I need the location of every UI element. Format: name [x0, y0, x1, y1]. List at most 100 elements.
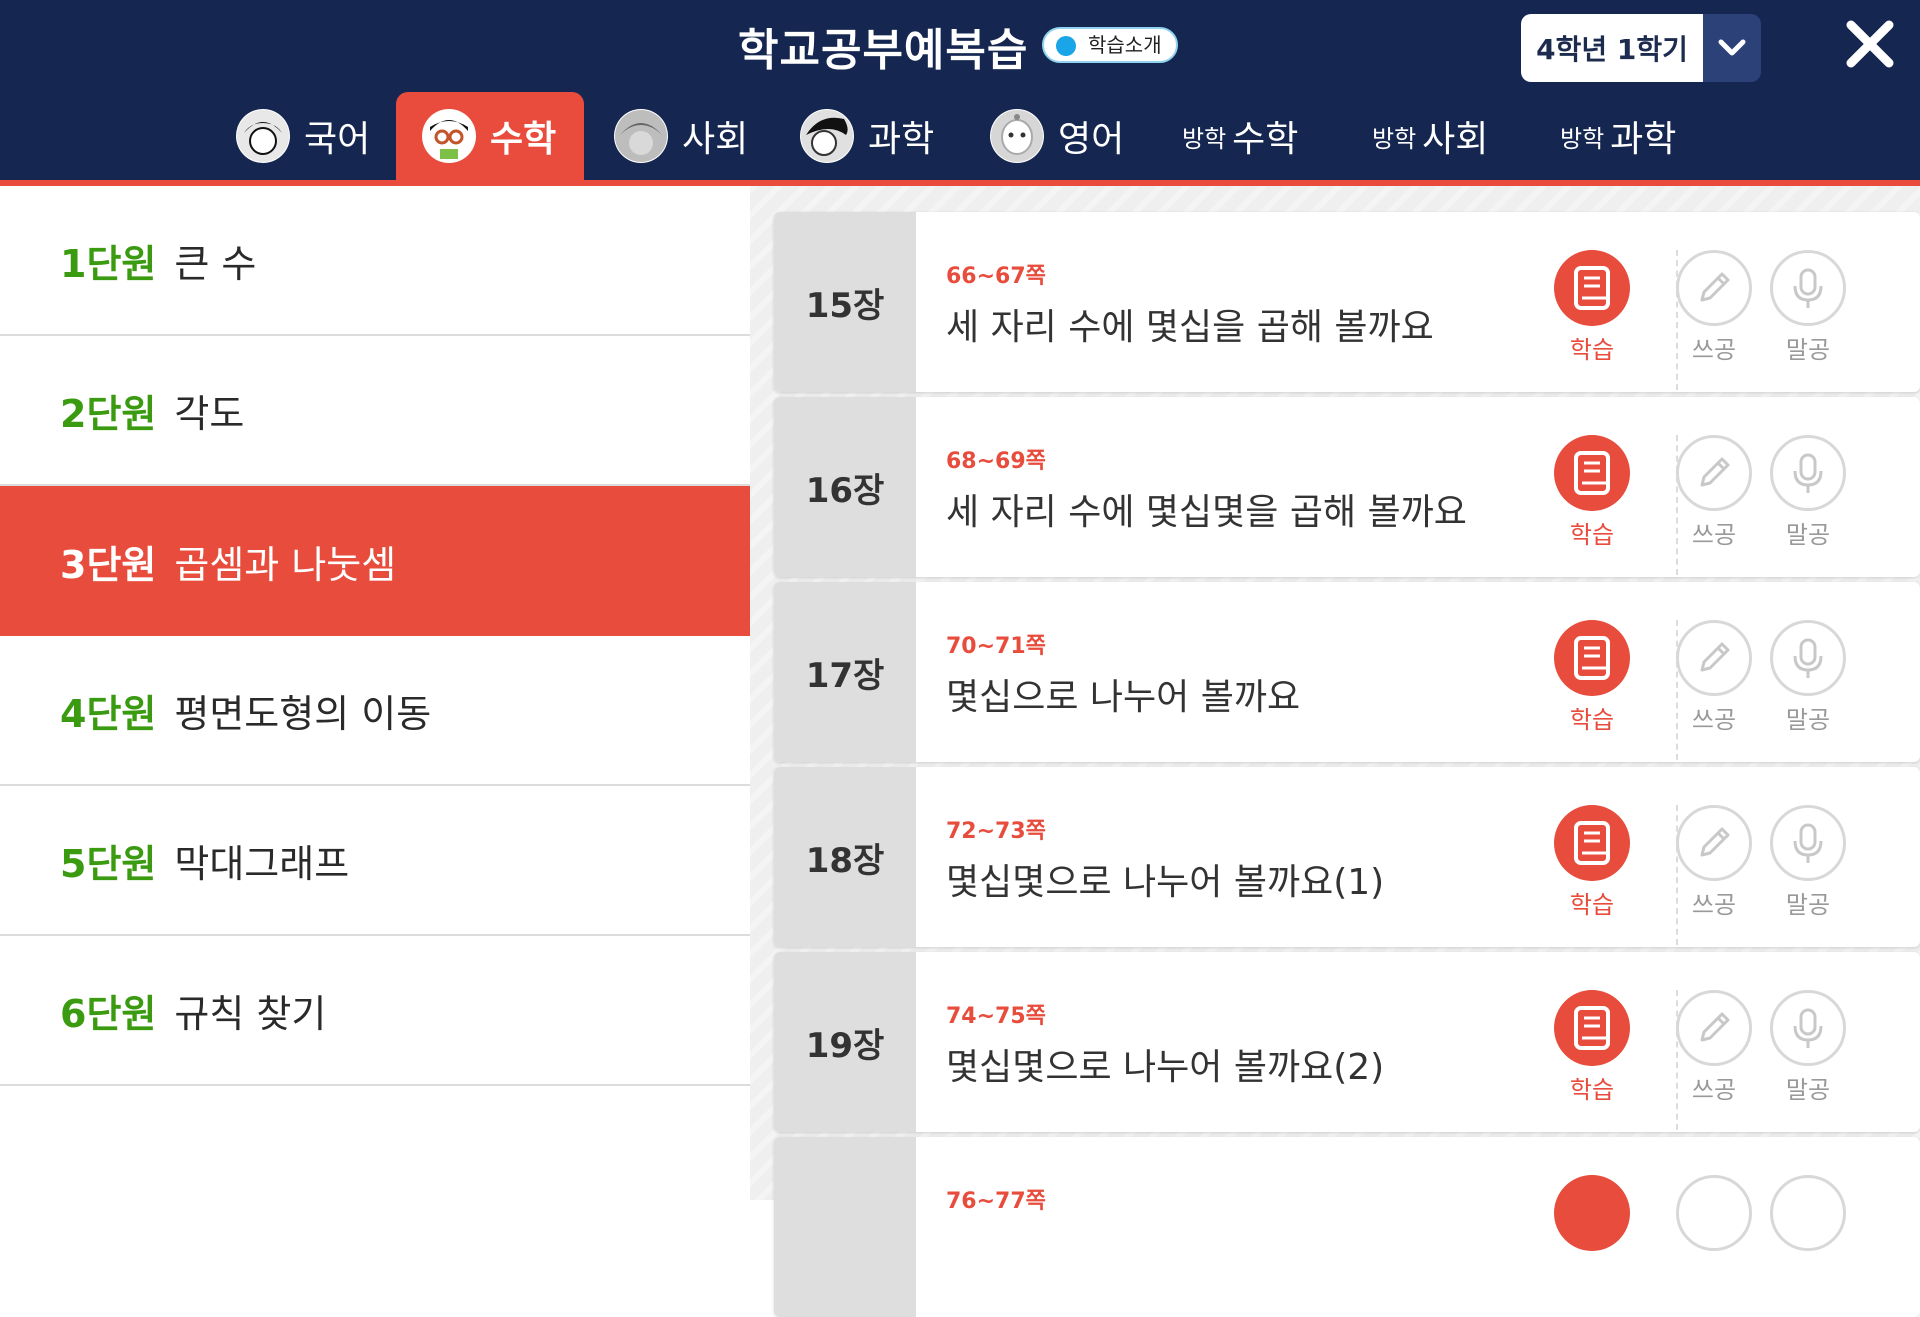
book-icon	[1554, 250, 1630, 326]
chapter-title: 몇십으로 나누어 볼까요	[946, 677, 1301, 718]
microphone-icon	[1770, 990, 1846, 1066]
write-label: 쓰공	[1691, 1076, 1737, 1104]
write-label: 쓰공	[1691, 706, 1737, 734]
tab-korean[interactable]: 국어	[236, 92, 370, 180]
chapter-card: 17장 70~71쪽 몇십으로 나누어 볼까요 학습 쓰공 말공	[774, 582, 1920, 762]
book-icon	[1554, 620, 1630, 696]
speak-button[interactable]: 말공	[1770, 990, 1846, 1105]
speak-button[interactable]: 말공	[1770, 250, 1846, 365]
unit-item[interactable]: 2단원 각도	[0, 336, 750, 486]
character-avatar-icon	[614, 109, 668, 163]
tab-label: 사회	[682, 119, 749, 160]
intro-button[interactable]: 학습소개	[1042, 27, 1178, 63]
tab-vacation-science[interactable]: 방학 과학	[1560, 92, 1676, 180]
tab-vacation-math[interactable]: 방학 수학	[1182, 92, 1298, 180]
speak-button[interactable]: 말공	[1770, 435, 1846, 550]
tab-english[interactable]: 영어	[990, 92, 1124, 180]
pencil-icon	[1676, 805, 1752, 881]
write-label: 쓰공	[1691, 891, 1737, 919]
tab-prefix: 방학	[1182, 124, 1227, 153]
microphone-icon	[1770, 805, 1846, 881]
chapter-number	[774, 1137, 916, 1317]
unit-number: 6단원	[60, 991, 157, 1036]
tab-science[interactable]: 과학	[800, 92, 934, 180]
app-title: 학교공부예복습	[738, 25, 1029, 76]
speak-label: 말공	[1785, 891, 1831, 919]
microphone-icon	[1770, 620, 1846, 696]
tab-label: 과학	[1610, 119, 1677, 160]
chapter-card: 19장 74~75쪽 몇십몇으로 나누어 볼까요(2) 학습 쓰공 말공	[774, 952, 1920, 1132]
chapter-number: 18장	[774, 767, 916, 947]
chapter-list: 15장 66~67쪽 세 자리 수에 몇십을 곱해 볼까요 학습 쓰공 말공 1…	[750, 186, 1920, 1317]
unit-number: 3단원	[60, 542, 157, 587]
speak-button[interactable]: 말공	[1770, 805, 1846, 920]
unit-name: 막대그래프	[174, 841, 350, 886]
write-label: 쓰공	[1691, 336, 1737, 364]
unit-name: 큰 수	[174, 241, 257, 286]
speak-label: 말공	[1785, 521, 1831, 549]
unit-number: 4단원	[60, 691, 157, 736]
unit-name: 평면도형의 이동	[174, 691, 432, 736]
page-range: 72~73쪽	[946, 819, 1046, 844]
tab-math[interactable]: 수학	[396, 92, 584, 180]
unit-name: 규칙 찾기	[174, 991, 327, 1036]
page-range: 74~75쪽	[946, 1004, 1046, 1029]
write-button[interactable]: 쓰공	[1676, 620, 1752, 735]
unit-item-active[interactable]: 3단원 곱셈과 나눗셈	[0, 486, 760, 636]
tab-social[interactable]: 사회	[614, 92, 748, 180]
unit-item[interactable]: 6단원 규칙 찾기	[0, 936, 750, 1086]
chapter-card: 76~77쪽	[774, 1137, 1920, 1317]
info-dot-icon	[1056, 36, 1076, 56]
pencil-icon	[1676, 990, 1752, 1066]
chapter-card: 18장 72~73쪽 몇십몇으로 나누어 볼까요(1) 학습 쓰공 말공	[774, 767, 1920, 947]
unit-item[interactable]: 5단원 막대그래프	[0, 786, 750, 936]
chapter-title: 세 자리 수에 몇십을 곱해 볼까요	[946, 307, 1434, 348]
unit-name: 곱셈과 나눗셈	[174, 542, 397, 587]
tab-label: 국어	[304, 119, 371, 160]
microphone-icon	[1770, 435, 1846, 511]
subject-tabs: 국어 수학 사회 과학 영어 방학 수학 방학 사회 방학 과학	[0, 92, 1920, 180]
chapter-number: 16장	[774, 397, 916, 577]
robot-avatar-icon	[990, 109, 1044, 163]
page-range: 68~69쪽	[946, 449, 1046, 474]
study-button[interactable]: 학습	[1554, 250, 1630, 365]
chevron-down-icon[interactable]	[1703, 14, 1761, 82]
write-button[interactable]: 쓰공	[1676, 435, 1752, 550]
pencil-icon	[1676, 1175, 1752, 1251]
microphone-icon	[1770, 1175, 1846, 1251]
tab-vacation-social[interactable]: 방학 사회	[1372, 92, 1488, 180]
speak-button[interactable]: 말공	[1770, 620, 1846, 735]
speak-button[interactable]	[1770, 1175, 1846, 1255]
page-range: 70~71쪽	[946, 634, 1046, 659]
page-range: 66~67쪽	[946, 264, 1046, 289]
chapter-number: 15장	[774, 212, 916, 392]
unit-number: 2단원	[60, 391, 157, 436]
write-button[interactable]	[1676, 1175, 1752, 1255]
close-icon[interactable]	[1840, 14, 1900, 74]
speak-label: 말공	[1785, 706, 1831, 734]
top-bar: 학교공부예복습 학습소개 4학년 1학기 국어 수학 사회 과학 영어 방학 수…	[0, 0, 1920, 180]
unit-number: 5단원	[60, 841, 157, 886]
pencil-icon	[1676, 250, 1752, 326]
pencil-icon	[1676, 435, 1752, 511]
write-button[interactable]: 쓰공	[1676, 250, 1752, 365]
unit-item[interactable]: 1단원 큰 수	[0, 186, 750, 336]
study-button[interactable]: 학습	[1554, 620, 1630, 735]
book-icon	[1554, 990, 1630, 1066]
write-button[interactable]: 쓰공	[1676, 805, 1752, 920]
chapter-number: 17장	[774, 582, 916, 762]
unit-name: 각도	[174, 391, 245, 436]
study-button[interactable]	[1554, 1175, 1630, 1255]
tab-label: 사회	[1422, 119, 1489, 160]
study-label: 학습	[1569, 891, 1615, 919]
page-range: 76~77쪽	[946, 1189, 1046, 1214]
book-icon	[1554, 1175, 1630, 1251]
grade-select[interactable]: 4학년 1학기	[1521, 14, 1761, 82]
study-button[interactable]: 학습	[1554, 435, 1630, 550]
study-button[interactable]: 학습	[1554, 805, 1630, 920]
tab-label: 영어	[1058, 119, 1125, 160]
character-avatar-icon	[422, 109, 476, 163]
write-button[interactable]: 쓰공	[1676, 990, 1752, 1105]
study-button[interactable]: 학습	[1554, 990, 1630, 1105]
unit-item[interactable]: 4단원 평면도형의 이동	[0, 636, 750, 786]
